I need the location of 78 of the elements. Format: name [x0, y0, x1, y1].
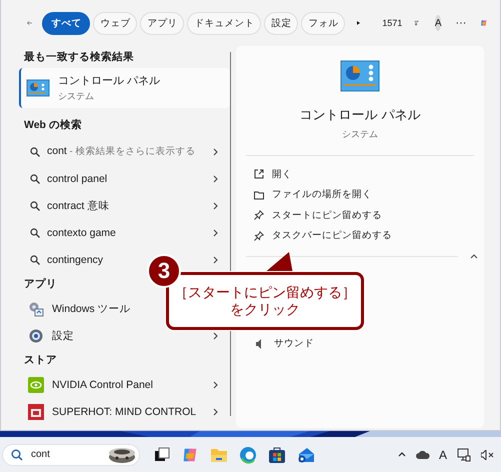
tools-icon: [28, 300, 44, 316]
app-name[interactable]: 設定: [52, 328, 74, 342]
pin-icon: [254, 230, 264, 241]
copilot-icon[interactable]: [181, 446, 199, 464]
chevron-right-icon: [213, 408, 218, 416]
filter-tab[interactable]: フォル: [301, 12, 346, 34]
search-icon: [30, 200, 40, 210]
points-count: 1571: [382, 18, 402, 28]
action-label: ファイルの場所を開く: [272, 188, 372, 202]
app-name[interactable]: SUPERHOT: MIND CONTROL: [52, 406, 196, 418]
muted-speaker-icon[interactable]: [481, 450, 495, 460]
chevron-right-icon: [213, 148, 218, 156]
chevron-up-icon[interactable]: [398, 452, 406, 457]
related-item[interactable]: サウンド: [236, 337, 484, 350]
search-query[interactable]: cont - 検索結果をさらに表示する: [47, 145, 196, 158]
step-number-tooltip: 3: [147, 254, 181, 288]
search-query[interactable]: contract 意味: [47, 198, 110, 212]
action-item[interactable]: スタートにピン留めする: [236, 205, 484, 226]
speaker-icon: [256, 338, 262, 348]
control-panel-icon: [340, 60, 380, 92]
nvidia-icon: [28, 376, 44, 392]
app-name[interactable]: Windows ツール: [52, 302, 131, 316]
network-icon[interactable]: [457, 448, 471, 462]
chevron-right-icon: [213, 380, 218, 388]
action-label: タスクバーにピン留めする: [272, 229, 392, 242]
input-mode-indicator[interactable]: A: [438, 448, 447, 462]
search-query[interactable]: control panel: [47, 172, 108, 184]
search-icon: [11, 448, 23, 460]
more-button[interactable]: ···: [455, 17, 466, 29]
open-external-icon: [254, 169, 264, 180]
search-query[interactable]: contingency: [47, 254, 104, 266]
store-icon[interactable]: [268, 446, 286, 464]
search-icon: [30, 228, 40, 238]
app-title: コントロール パネル: [300, 106, 420, 124]
filter-tab[interactable]: 設定: [264, 12, 298, 34]
action-label: スタートにピン留めする: [272, 208, 382, 222]
search-icon: [30, 174, 40, 184]
filter-tab[interactable]: ドキュメント: [187, 12, 262, 34]
account-avatar[interactable]: A: [434, 15, 442, 31]
search-icon: [30, 254, 40, 264]
search-value: cont: [31, 449, 51, 460]
chevron-right-icon: [213, 332, 218, 340]
search-query[interactable]: contexto game: [47, 226, 116, 238]
folder-icon: [254, 190, 264, 200]
chevron-up-icon[interactable]: [470, 254, 478, 259]
folder-icon[interactable]: [210, 446, 228, 462]
related-label: サウンド: [274, 337, 314, 350]
section-heading: ストア: [24, 353, 57, 368]
action-label: 開く: [272, 168, 292, 181]
chevron-right-icon: [213, 174, 218, 182]
taskbar-search-field[interactable]: cont: [2, 444, 140, 466]
browser-icon[interactable]: [239, 446, 257, 464]
game-icon: [28, 404, 44, 420]
section-heading: Web の検索: [24, 118, 82, 133]
app-name[interactable]: NVIDIA Control Panel: [52, 378, 153, 390]
app-subtitle: システム: [342, 128, 378, 141]
callout-text: をクリック: [230, 301, 300, 318]
pin-icon: [254, 210, 264, 220]
control-panel-icon: [26, 79, 50, 97]
task-view-icon[interactable]: [154, 446, 170, 462]
section-heading: アプリ: [24, 277, 57, 292]
cloud-icon[interactable]: [416, 450, 430, 459]
filter-tab[interactable]: ウェブ: [93, 12, 138, 34]
filter-tab[interactable]: アプリ: [140, 12, 184, 34]
chevron-right-icon: [213, 256, 218, 264]
best-match-item[interactable]: コントロール パネル システム: [19, 68, 230, 108]
section-heading: 最も一致する検索結果: [24, 50, 134, 65]
mail-icon[interactable]: [297, 446, 315, 464]
action-item[interactable]: ファイルの場所を開く: [236, 184, 484, 205]
chevron-right-icon: [213, 228, 218, 236]
chevron-right-icon: [213, 202, 218, 210]
search-icon: [30, 146, 40, 156]
filter-tab[interactable]: すべて: [42, 12, 90, 34]
result-title: コントロール パネル: [58, 74, 160, 88]
action-item[interactable]: 開く: [236, 164, 484, 184]
settings-icon: [28, 328, 44, 344]
result-subtitle: システム: [58, 90, 95, 103]
action-item[interactable]: タスクバーにピン留めする: [236, 226, 484, 246]
